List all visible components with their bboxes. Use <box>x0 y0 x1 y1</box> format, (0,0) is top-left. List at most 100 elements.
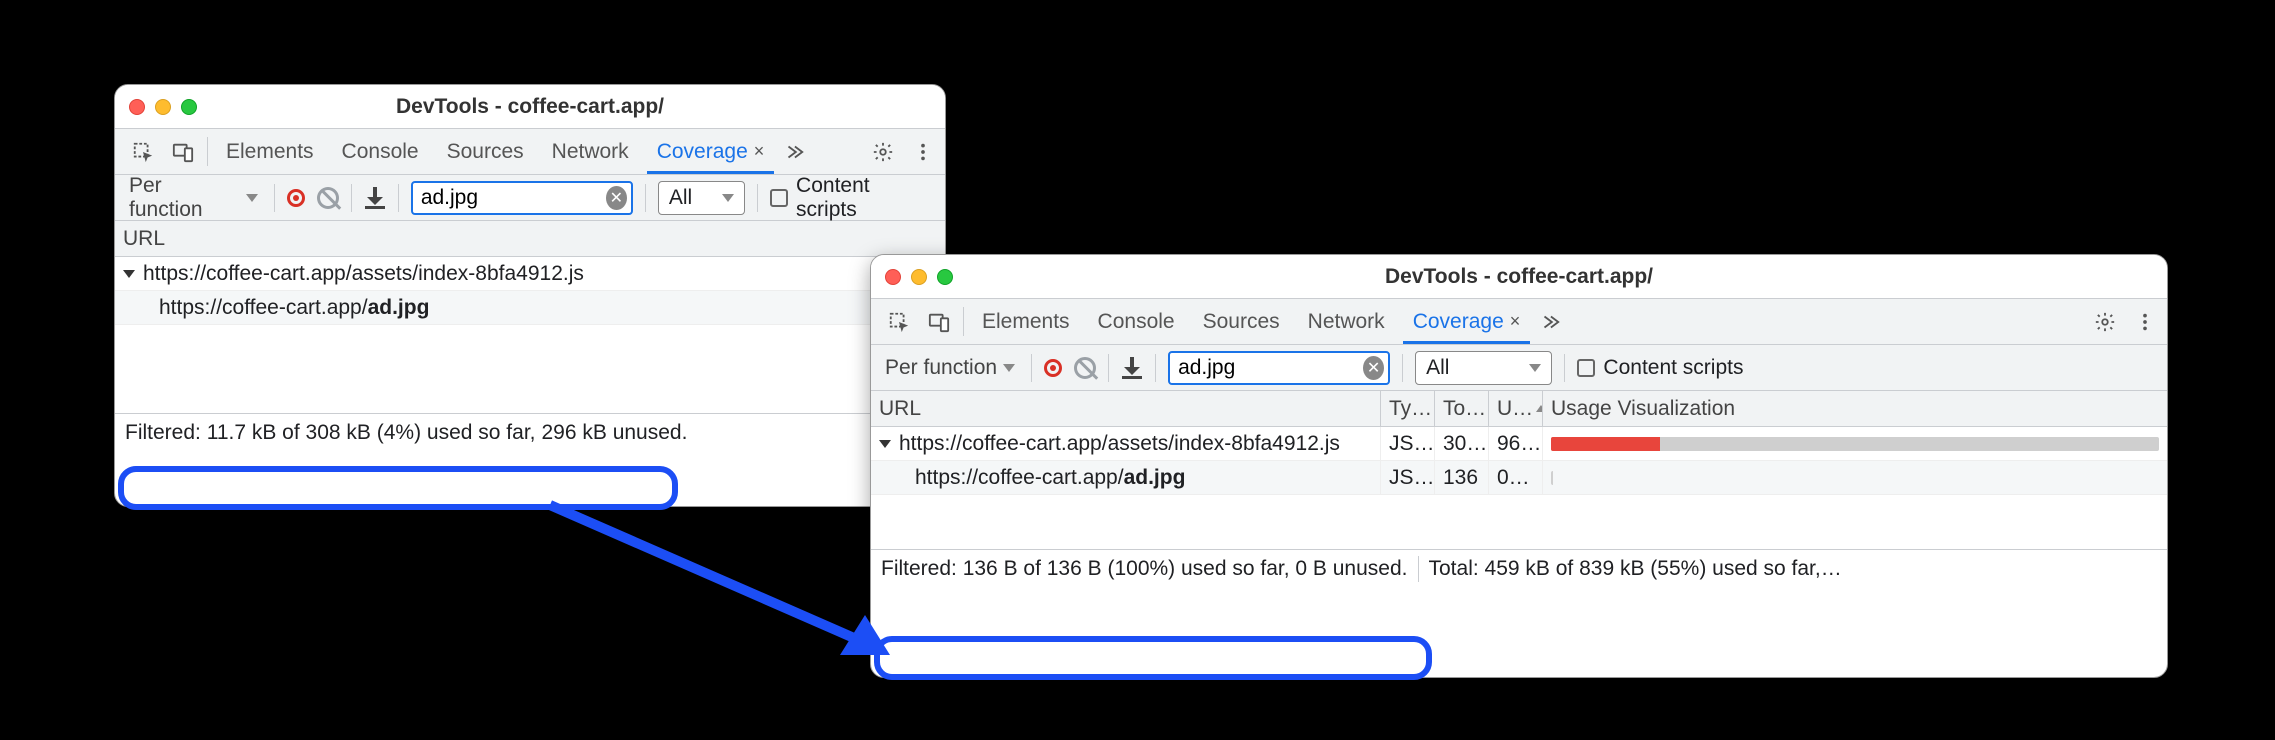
tab-console[interactable]: Console <box>328 129 433 174</box>
settings-icon[interactable] <box>2085 311 2125 333</box>
url-filter-input[interactable]: ✕ <box>411 181 633 215</box>
tabstrip: Elements Console Sources Network Coverag… <box>115 129 945 175</box>
checkbox-label: Content scripts <box>1603 356 1743 380</box>
settings-icon[interactable] <box>863 141 903 163</box>
clear-filter-icon[interactable]: ✕ <box>1363 356 1384 380</box>
export-icon[interactable] <box>1121 357 1143 379</box>
checkbox-icon[interactable] <box>1577 359 1595 377</box>
filter-text[interactable] <box>413 186 606 210</box>
record-icon[interactable] <box>1044 359 1062 377</box>
inspect-icon[interactable] <box>123 129 163 174</box>
more-tabs-icon[interactable] <box>1534 299 1566 344</box>
record-icon[interactable] <box>287 189 305 207</box>
tab-label: Sources <box>1203 310 1280 334</box>
tab-elements[interactable]: Elements <box>968 299 1084 344</box>
close-tab-icon[interactable]: × <box>754 141 765 162</box>
tab-coverage[interactable]: Coverage × <box>1399 299 1535 344</box>
table-row[interactable]: https://coffee-cart.app/assets/index-8bf… <box>871 427 2167 461</box>
status-bar: Filtered: 136 B of 136 B (100%) used so … <box>871 549 2167 587</box>
type-filter-select[interactable]: All <box>658 181 745 215</box>
unused-cell: 96… <box>1489 427 1543 460</box>
status-bar: Filtered: 11.7 kB of 308 kB (4%) used so… <box>115 413 945 451</box>
granularity-dropdown[interactable]: Per function <box>881 356 1019 380</box>
usage-cell <box>1543 461 2167 494</box>
dropdown-label: Per function <box>129 174 240 222</box>
separator <box>1418 556 1419 582</box>
inspect-icon[interactable] <box>879 299 919 344</box>
clear-icon[interactable] <box>1074 357 1096 379</box>
table-row[interactable]: https://coffee-cart.app/ad.jpg <box>115 291 945 325</box>
content-scripts-toggle[interactable]: Content scripts <box>1577 356 1743 380</box>
tab-network[interactable]: Network <box>1294 299 1399 344</box>
separator <box>1155 354 1156 382</box>
devtools-window-left: DevTools - coffee-cart.app/ Elements Con… <box>114 84 946 507</box>
status-rest: 296 kB unused. <box>541 421 687 445</box>
tab-coverage[interactable]: Coverage× <box>643 129 779 174</box>
column-url[interactable]: URL <box>115 221 945 256</box>
separator <box>207 137 208 166</box>
table-row[interactable]: https://coffee-cart.app/ad.jpg JS… 136 0… <box>871 461 2167 495</box>
type-cell: JS… <box>1381 461 1435 494</box>
kebab-menu-icon[interactable] <box>2131 311 2159 333</box>
device-toolbar-icon[interactable] <box>919 299 959 344</box>
granularity-dropdown[interactable]: Per function <box>125 174 262 222</box>
filter-text[interactable] <box>1170 356 1363 380</box>
content-scripts-toggle[interactable]: Content scripts <box>770 174 935 222</box>
column-total[interactable]: To… <box>1435 391 1489 426</box>
separator <box>1108 354 1109 382</box>
type-filter-select[interactable]: All <box>1415 351 1552 385</box>
export-icon[interactable] <box>364 187 386 209</box>
checkbox-label: Content scripts <box>796 174 935 222</box>
chevron-down-icon <box>722 194 734 202</box>
window-title: DevTools - coffee-cart.app/ <box>115 95 945 119</box>
tab-console[interactable]: Console <box>1084 299 1189 344</box>
coverage-table-header: URL Ty… To… U… Usage Visualization <box>871 391 2167 427</box>
separator <box>398 184 399 212</box>
separator <box>1402 354 1403 382</box>
tab-elements[interactable]: Elements <box>212 129 328 174</box>
close-tab-icon[interactable]: × <box>1510 311 1521 332</box>
tab-label: Coverage <box>1413 310 1504 334</box>
column-url[interactable]: URL <box>871 391 1381 426</box>
tab-sources[interactable]: Sources <box>1189 299 1294 344</box>
tab-label: Elements <box>226 140 314 164</box>
tab-label: Sources <box>447 140 524 164</box>
select-label: All <box>1426 356 1449 380</box>
clear-filter-icon[interactable]: ✕ <box>606 186 627 210</box>
tab-network[interactable]: Network <box>538 129 643 174</box>
coverage-rows: https://coffee-cart.app/assets/index-8bf… <box>871 427 2167 549</box>
status-filtered: Filtered: 136 B of 136 B (100%) used so … <box>881 557 1408 581</box>
disclosure-triangle-icon[interactable] <box>879 440 891 448</box>
separator <box>1564 354 1565 382</box>
separator <box>963 307 964 336</box>
clear-icon[interactable] <box>317 187 339 209</box>
kebab-menu-icon[interactable] <box>909 141 937 163</box>
devtools-window-right: DevTools - coffee-cart.app/ Elements Con… <box>870 254 2168 678</box>
type-cell: JS… <box>1381 427 1435 460</box>
status-total: Total: 459 kB of 839 kB (55%) used so fa… <box>1429 557 1842 581</box>
url-filter-input[interactable]: ✕ <box>1168 351 1390 385</box>
checkbox-icon[interactable] <box>770 189 788 207</box>
chevron-down-icon <box>1003 364 1015 372</box>
usage-cell <box>1543 427 2167 460</box>
tab-label: Elements <box>982 310 1070 334</box>
window-title: DevTools - coffee-cart.app/ <box>871 265 2167 289</box>
tab-label: Console <box>1098 310 1175 334</box>
url-match: ad.jpg <box>1124 466 1186 490</box>
table-row[interactable]: https://coffee-cart.app/assets/index-8bf… <box>115 257 945 291</box>
url-text: https://coffee-cart.app/ <box>159 296 368 320</box>
column-type[interactable]: Ty… <box>1381 391 1435 426</box>
separator <box>757 184 758 212</box>
url-text: https://coffee-cart.app/assets/index-8bf… <box>899 432 1340 456</box>
more-tabs-icon[interactable] <box>778 129 810 174</box>
dropdown-label: Per function <box>885 356 997 380</box>
chevron-down-icon <box>1529 364 1541 372</box>
column-usage[interactable]: Usage Visualization <box>1543 391 2167 426</box>
column-unused[interactable]: U… <box>1489 391 1543 426</box>
tab-label: Network <box>552 140 629 164</box>
url-match: ad.jpg <box>368 296 430 320</box>
coverage-rows: https://coffee-cart.app/assets/index-8bf… <box>115 257 945 413</box>
device-toolbar-icon[interactable] <box>163 129 203 174</box>
disclosure-triangle-icon[interactable] <box>123 270 135 278</box>
tab-sources[interactable]: Sources <box>433 129 538 174</box>
